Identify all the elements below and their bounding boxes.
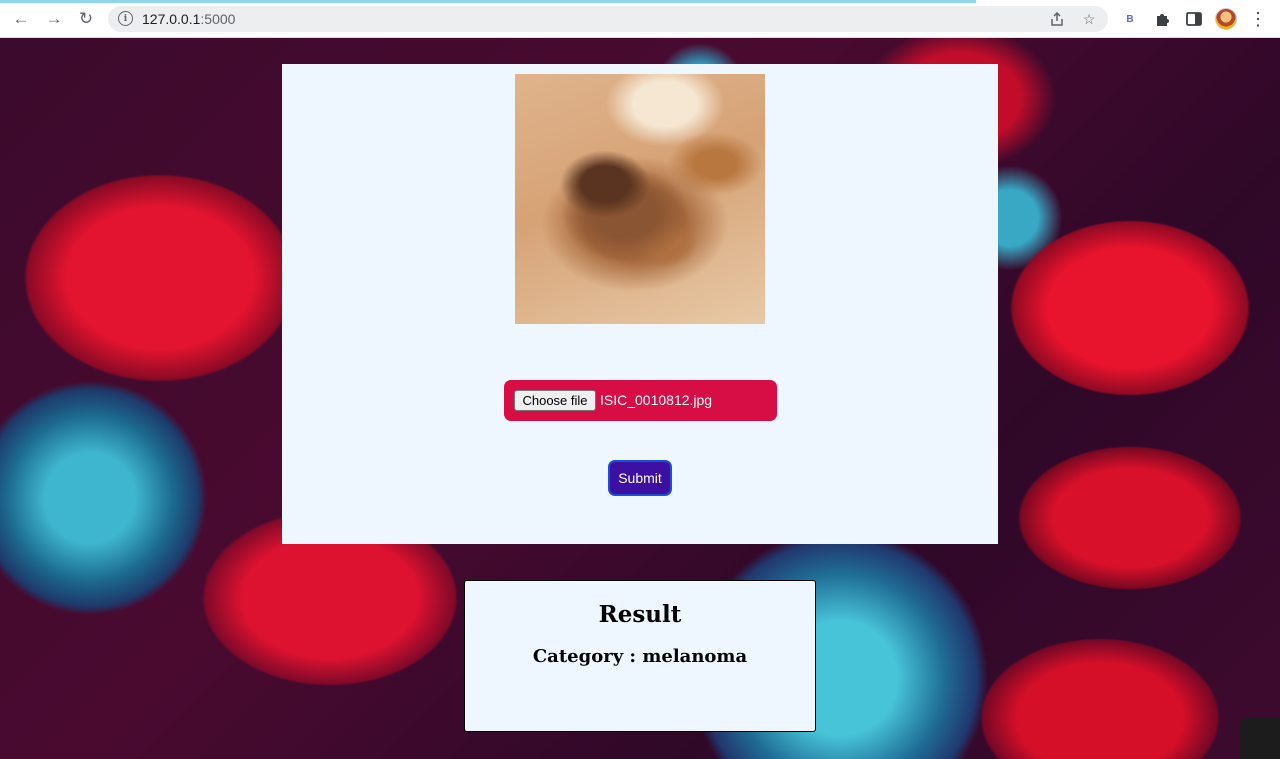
extension-badge-icon[interactable]: B (1120, 9, 1140, 29)
uploaded-image-preview (515, 74, 765, 324)
side-panel-icon[interactable] (1184, 9, 1204, 29)
submit-button[interactable]: Submit (608, 460, 672, 496)
kebab-menu-icon[interactable]: ⋮ (1248, 9, 1268, 29)
url-host: 127.0.0.1 (142, 11, 201, 27)
url-text: 127.0.0.1:5000 (142, 11, 235, 27)
file-input-container: Choose file ISIC_0010812.jpg (504, 380, 777, 421)
star-icon[interactable]: ☆ (1080, 10, 1098, 28)
arrow-left-icon: ← (12, 9, 30, 28)
reload-button[interactable]: ↻ (75, 8, 97, 30)
result-heading: Result (598, 601, 682, 628)
profile-avatar[interactable] (1215, 8, 1237, 30)
puzzle-icon[interactable] (1152, 9, 1172, 29)
reload-icon: ↻ (78, 9, 94, 28)
forward-button[interactable]: → (43, 8, 65, 30)
address-bar[interactable]: i 127.0.0.1:5000 ☆ (108, 6, 1108, 32)
selected-file-name: ISIC_0010812.jpg (600, 392, 713, 408)
back-button[interactable]: ← (10, 8, 32, 30)
info-icon[interactable]: i (118, 11, 133, 26)
browser-toolbar: ← → ↻ i 127.0.0.1:5000 ☆ B ⋮ (0, 0, 1280, 38)
share-icon[interactable] (1048, 10, 1066, 28)
url-port: :5000 (200, 11, 236, 27)
result-card: Result Category : melanoma (464, 580, 816, 732)
arrow-right-icon: → (45, 9, 63, 28)
result-category: Category : melanoma (532, 646, 748, 667)
page-loading-bar (0, 0, 976, 3)
choose-file-button[interactable]: Choose file (514, 390, 596, 411)
corner-widget (1240, 718, 1280, 759)
upload-card: Choose file ISIC_0010812.jpg Submit (282, 64, 998, 544)
